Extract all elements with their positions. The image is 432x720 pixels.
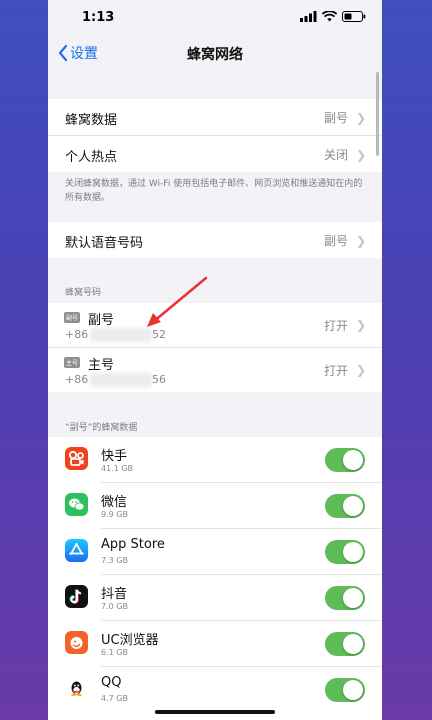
annotation-arrow-icon (147, 276, 208, 327)
